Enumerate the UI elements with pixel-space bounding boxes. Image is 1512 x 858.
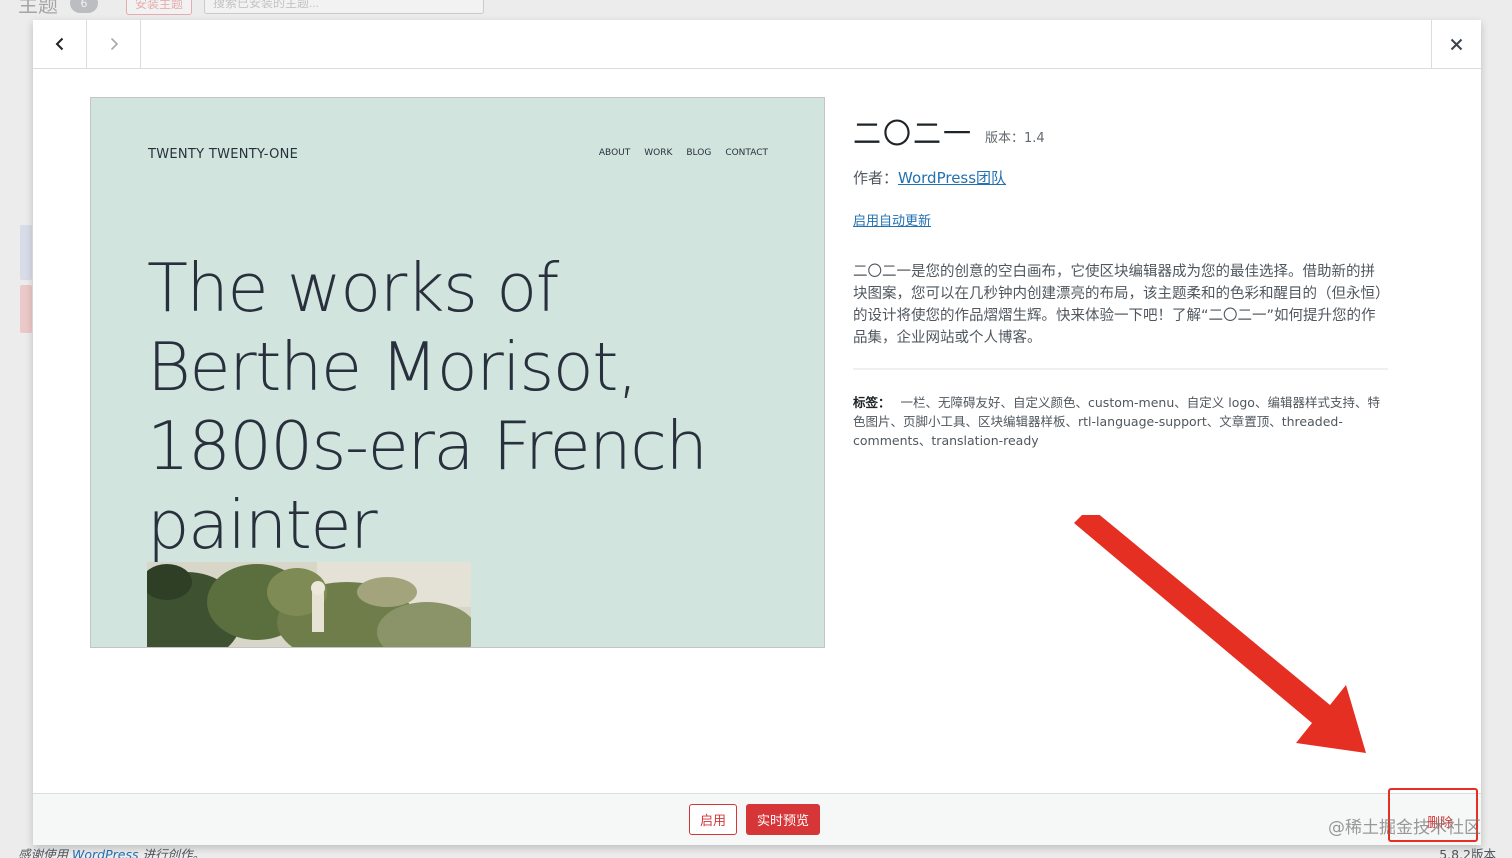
modal-header [33, 20, 1481, 69]
screenshot-nav-item: WORK [644, 148, 673, 158]
chevron-right-icon [110, 37, 118, 51]
screenshot-site-title: TWENTY TWENTY-ONE [148, 147, 299, 162]
painting-illustration [147, 562, 471, 647]
tags-list: 一栏、无障碍友好、自定义颜色、custom-menu、自定义 logo、编辑器样… [853, 395, 1380, 448]
theme-author: 作者：WordPress团队 [853, 167, 1388, 188]
screenshot-painting-image [147, 562, 471, 647]
previous-theme-button[interactable] [33, 20, 87, 68]
chevron-left-icon [55, 37, 63, 51]
close-icon [1450, 38, 1463, 50]
admin-footer-version: 5.8.2版本 [1439, 847, 1496, 858]
watermark: @稀土掘金技术社区 [1328, 818, 1481, 838]
live-preview-button[interactable]: 实时预览 [746, 804, 820, 835]
theme-name: 二〇二一 [853, 117, 974, 150]
admin-sidebar-strip [20, 225, 32, 280]
theme-tags: 标签： 一栏、无障碍友好、自定义颜色、custom-menu、自定义 logo、编… [853, 393, 1388, 450]
screenshot-headline: The works of Berthe Morisot, 1800s-era F… [147, 249, 708, 564]
admin-footer-thanks: 感谢使用 WordPress 进行创作。 [18, 844, 205, 858]
screenshot-nav-item: BLOG [686, 148, 712, 158]
footer-suffix: 进行创作。 [142, 847, 205, 858]
author-prefix: 作者： [853, 169, 899, 187]
add-theme-button[interactable]: 安装主题 [126, 0, 193, 15]
author-link[interactable]: WordPress团队 [898, 169, 1006, 187]
admin-sidebar-strip-active [20, 285, 32, 333]
modal-footer: 启用 实时预览 删除 [33, 793, 1481, 845]
activate-button[interactable]: 启用 [689, 804, 737, 835]
theme-info: 二〇二一 版本：1.4 作者：WordPress团队 启用自动更新 二〇二一是您… [853, 115, 1388, 450]
admin-page-title: 主题 [18, 0, 58, 17]
theme-screenshot: TWENTY TWENTY-ONE ABOUT WORK BLOG CONTAC… [90, 97, 825, 648]
footer-prefix: 感谢使用 [18, 847, 69, 858]
screenshot-nav-item: CONTACT [725, 148, 768, 158]
enable-auto-update-link[interactable]: 启用自动更新 [853, 210, 931, 229]
tags-label: 标签： [853, 395, 891, 410]
next-theme-button[interactable] [87, 20, 141, 68]
screenshot-nav-item: ABOUT [598, 148, 631, 158]
info-divider [853, 368, 1388, 370]
theme-name-row: 二〇二一 版本：1.4 [853, 115, 1388, 149]
screenshot-nav: ABOUT WORK BLOG CONTACT [599, 148, 768, 158]
close-modal-button[interactable] [1431, 20, 1481, 68]
theme-search-input[interactable] [204, 0, 485, 14]
theme-count-badge: 6 [70, 0, 98, 13]
screenshot-canvas: TWENTY TWENTY-ONE ABOUT WORK BLOG CONTAC… [92, 99, 823, 647]
footer-wordpress-link[interactable]: WordPress [72, 847, 138, 858]
theme-details-modal: TWENTY TWENTY-ONE ABOUT WORK BLOG CONTAC… [33, 20, 1481, 845]
theme-description: 二〇二一是您的创意的空白画布，它使区块编辑器成为您的最佳选择。借助新的拼块图案，… [853, 264, 1383, 346]
theme-version: 版本：1.4 [985, 131, 1045, 146]
admin-header: 主题 6 安装主题 [18, 0, 485, 17]
